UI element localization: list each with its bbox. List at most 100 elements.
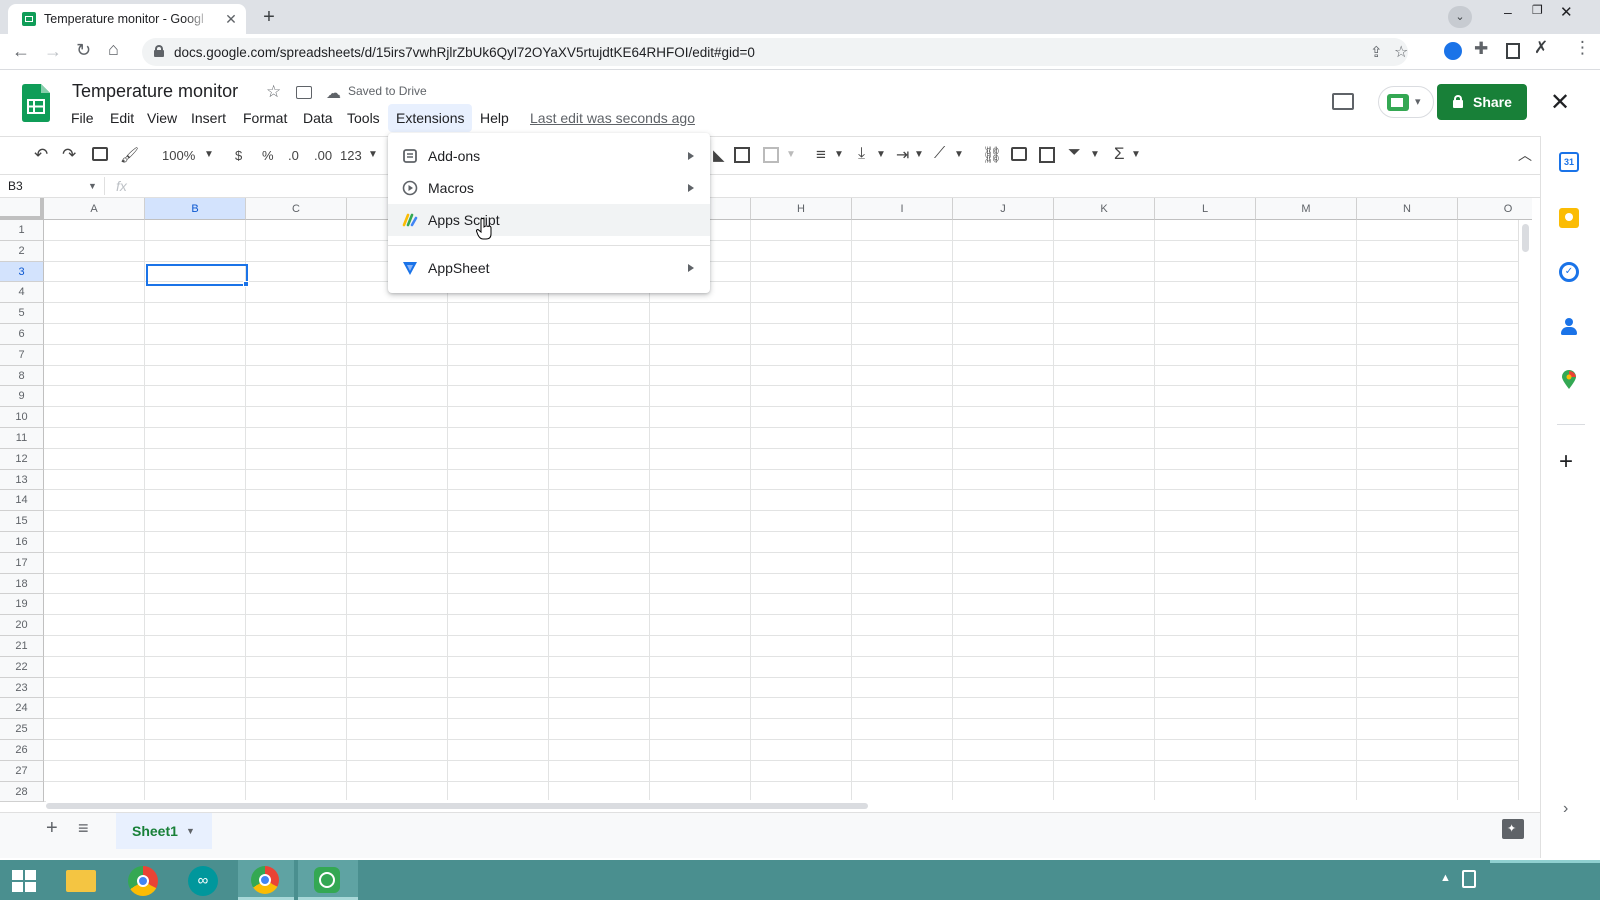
row-header[interactable]: 7 [0, 344, 44, 366]
column-header[interactable]: K [1054, 198, 1155, 220]
select-all-corner[interactable] [0, 198, 44, 220]
tools-icon[interactable]: ✗ [1534, 38, 1548, 58]
sheet-tab-dropdown-icon[interactable]: ▼ [186, 826, 195, 836]
menu-insert[interactable]: Insert [191, 110, 226, 126]
filter-icon[interactable]: ⏷ [1068, 144, 1081, 162]
menu-item-appsheet[interactable]: AppSheet [388, 252, 710, 284]
column-header[interactable]: N [1357, 198, 1458, 220]
row-header[interactable]: 24 [0, 698, 44, 720]
menu-tools[interactable]: Tools [347, 110, 380, 126]
row-header[interactable]: 17 [0, 552, 44, 574]
merge-dropdown-icon[interactable]: ▼ [786, 149, 796, 160]
column-header[interactable]: O [1458, 198, 1532, 220]
horizontal-align-icon[interactable]: ≡ [816, 145, 826, 165]
row-header[interactable]: 6 [0, 324, 44, 345]
row-header[interactable]: 9 [0, 386, 44, 408]
merge-cells-icon[interactable] [763, 147, 779, 163]
insert-link-icon[interactable]: ⛓︎ [982, 145, 1002, 165]
new-tab-icon[interactable]: + [256, 6, 282, 30]
halign-dropdown-icon[interactable]: ▼ [834, 149, 844, 160]
maps-icon[interactable] [1561, 370, 1577, 390]
close-window-icon[interactable]: ✕ [1560, 3, 1576, 21]
tray-device-icon[interactable] [1462, 870, 1476, 888]
column-header[interactable]: L [1155, 198, 1256, 220]
add-sheet-icon[interactable]: + [46, 817, 58, 840]
get-addons-icon[interactable]: + [1559, 448, 1573, 476]
row-header[interactable]: 1 [0, 220, 44, 241]
insert-comment-icon[interactable] [1011, 147, 1027, 161]
share-page-icon[interactable]: ⇪ [1370, 43, 1383, 61]
column-header[interactable]: C [246, 198, 347, 220]
tray-arrow-icon[interactable]: ▲ [1440, 872, 1451, 884]
arduino-icon[interactable]: ∞ [188, 866, 218, 896]
extensions-puzzle-icon[interactable]: ✚ [1474, 39, 1488, 59]
tools-cross-icon[interactable]: ✕ [1550, 88, 1570, 117]
menu-format[interactable]: Format [243, 110, 287, 126]
menu-view[interactable]: View [147, 110, 177, 126]
row-header[interactable]: 22 [0, 656, 44, 678]
vertical-scroll-thumb[interactable] [1522, 224, 1529, 252]
minimize-window-icon[interactable]: – [1504, 4, 1518, 20]
collapse-toolbar-icon[interactable]: ︿ [1518, 145, 1532, 165]
reload-icon[interactable]: ↻ [76, 40, 91, 61]
fill-handle[interactable] [243, 281, 249, 287]
rotation-dropdown-icon[interactable]: ▼ [954, 149, 964, 160]
restore-window-icon[interactable]: ❐ [1532, 3, 1546, 17]
wrap-dropdown-icon[interactable]: ▼ [914, 149, 924, 160]
undo-icon[interactable]: ↶ [34, 145, 48, 165]
row-header[interactable]: 8 [0, 365, 44, 387]
row-header[interactable]: 27 [0, 760, 44, 782]
back-icon[interactable]: ← [12, 41, 30, 62]
browser-tab[interactable]: Temperature monitor - Google Sheets ✕ [8, 4, 246, 34]
text-wrap-icon[interactable]: ⇥ [896, 145, 909, 165]
valign-dropdown-icon[interactable]: ▼ [876, 149, 886, 160]
row-header[interactable]: 16 [0, 532, 44, 553]
tasks-icon[interactable]: ✓ [1559, 262, 1579, 282]
row-header[interactable]: 21 [0, 636, 44, 657]
row-header[interactable]: 2 [0, 240, 44, 262]
chrome-active-taskbar-item[interactable] [238, 860, 294, 900]
row-header[interactable]: 3 [0, 261, 44, 283]
spreadsheet-grid[interactable]: ABCDEFGHIJKLMNO 123456789101112131415161… [0, 198, 1532, 808]
row-header[interactable]: 18 [0, 573, 44, 595]
forward-icon[interactable]: → [44, 41, 62, 62]
contacts-icon[interactable] [1559, 316, 1579, 336]
keep-icon[interactable] [1559, 208, 1579, 228]
all-sheets-icon[interactable]: ≡ [78, 818, 89, 839]
zoom-select[interactable]: 100% [162, 148, 195, 163]
row-header[interactable]: 4 [0, 282, 44, 304]
row-header[interactable]: 14 [0, 490, 44, 512]
filter-dropdown-icon[interactable]: ▼ [1090, 149, 1100, 160]
redo-icon[interactable]: ↷ [62, 145, 76, 165]
selected-cell[interactable] [146, 264, 248, 286]
paint-format-icon[interactable]: 🖌︎ [120, 146, 139, 164]
meet-button[interactable]: ▾ [1378, 86, 1434, 118]
functions-icon[interactable]: Σ [1114, 144, 1125, 164]
horizontal-scrollbar[interactable] [46, 800, 1540, 812]
file-explorer-icon[interactable] [66, 870, 96, 892]
format-percent-button[interactable]: % [262, 148, 274, 163]
vertical-align-icon[interactable]: ⤓ [858, 145, 865, 163]
menu-help[interactable]: Help [480, 110, 509, 126]
row-header[interactable]: 20 [0, 615, 44, 636]
tab-search-icon[interactable]: ⌄ [1448, 6, 1472, 28]
explore-icon[interactable]: ✦ [1502, 819, 1524, 839]
chrome-icon[interactable] [128, 866, 158, 896]
functions-dropdown-icon[interactable]: ▼ [1131, 149, 1141, 160]
row-header[interactable]: 15 [0, 511, 44, 532]
column-header[interactable]: I [852, 198, 953, 220]
row-header[interactable]: 25 [0, 719, 44, 740]
column-header[interactable]: H [751, 198, 852, 220]
menu-extensions[interactable]: Extensions [396, 110, 464, 126]
formula-input[interactable] [146, 176, 1532, 196]
zoom-dropdown-icon[interactable]: ▼ [204, 149, 214, 160]
text-rotation-icon[interactable]: ⟋ [934, 145, 945, 163]
namebox-dropdown-icon[interactable]: ▼ [88, 181, 97, 191]
extension-profile-icon[interactable] [1444, 42, 1462, 60]
share-button[interactable]: Share [1437, 84, 1527, 120]
fill-color-icon[interactable]: ◣ [713, 146, 725, 164]
more-formats-button[interactable]: 123 [340, 148, 362, 163]
row-header[interactable]: 28 [0, 781, 44, 803]
close-tab-icon[interactable]: ✕ [222, 10, 240, 28]
menu-item-apps-script[interactable]: Apps Script [388, 204, 710, 236]
